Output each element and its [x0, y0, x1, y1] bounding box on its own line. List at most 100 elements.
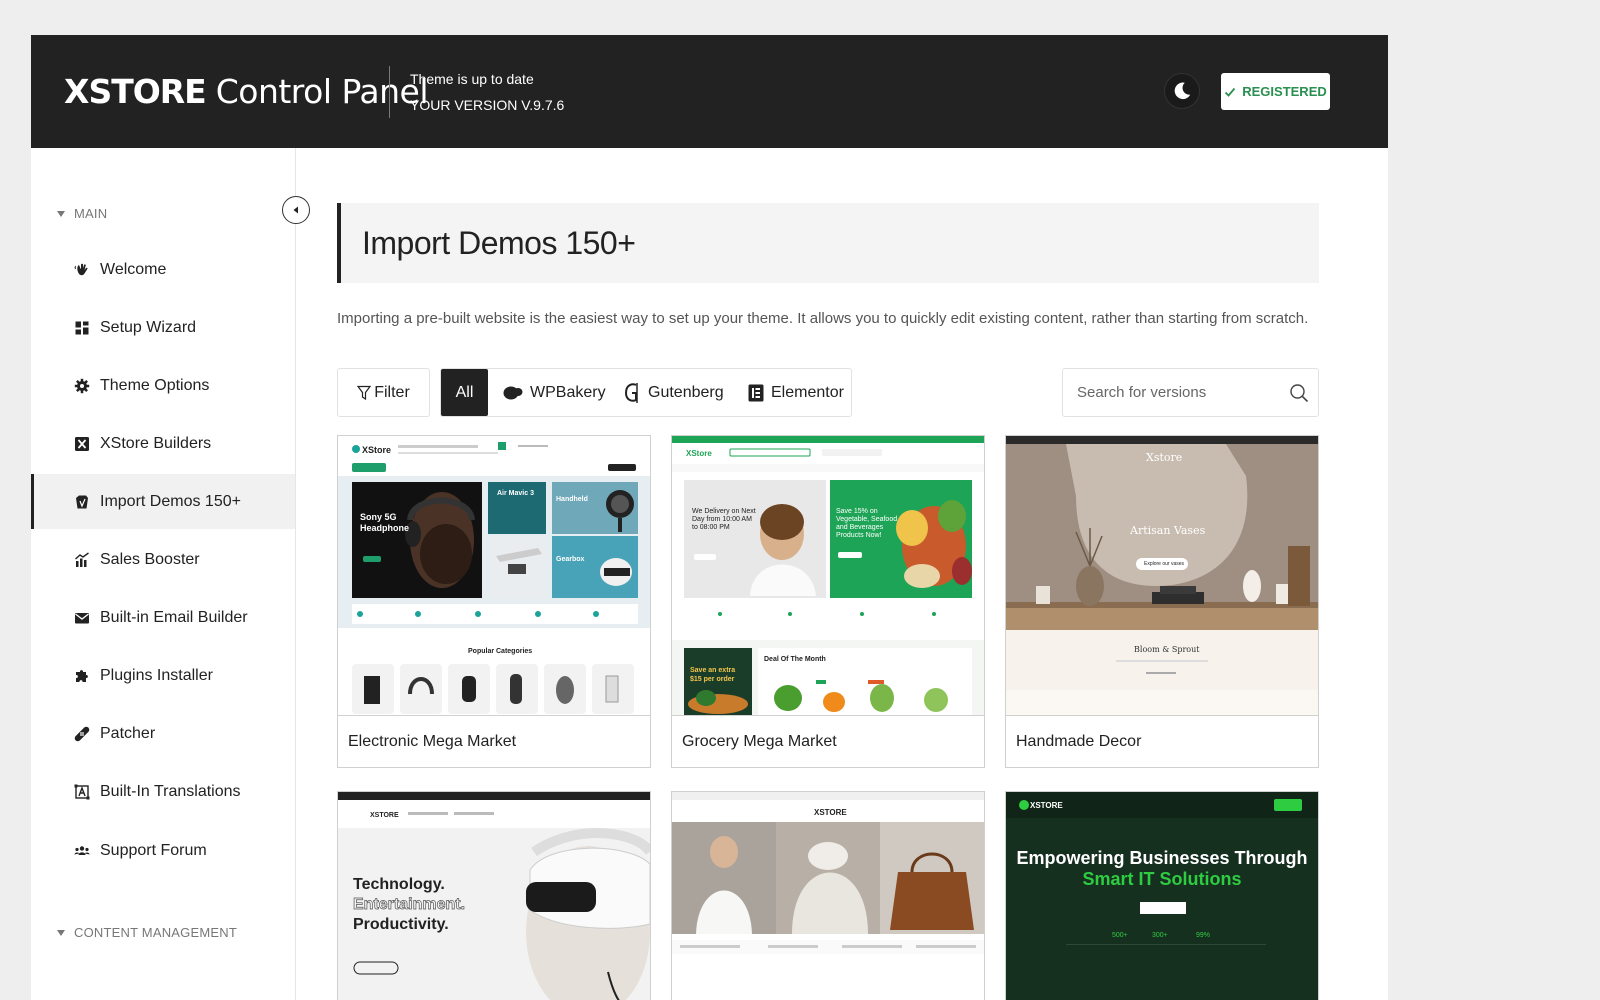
preview-promo-text: Gearbox — [556, 556, 585, 563]
gutenberg-icon — [624, 382, 638, 403]
demo-preview-fashion: XSTORE — [672, 792, 984, 1000]
preview-stat: 99% — [1196, 932, 1211, 939]
electronic-preview-image — [338, 436, 650, 715]
preview-hero-text: We Delivery on Next Day from 10:00 AM to… — [692, 508, 756, 531]
control-panel: XSTORE Control Panel Theme is up to date… — [31, 35, 1388, 1000]
sidebar-item-translations[interactable]: Built-In Translations — [31, 764, 295, 819]
tab-gutenberg[interactable]: Gutenberg — [623, 369, 724, 416]
gear-icon — [74, 378, 90, 393]
fashion-preview-image — [672, 792, 984, 1000]
preview-logo: Xstore — [1146, 451, 1183, 464]
elementor-icon — [748, 384, 764, 401]
x-box-icon — [75, 436, 89, 451]
preview-logo: XSTORE — [370, 812, 399, 819]
preview-cta: Explore our vases — [1144, 561, 1185, 567]
preview-promo-text: Air Mavic 3 — [497, 490, 534, 497]
sidebar-item-plugins-installer[interactable]: Plugins Installer — [31, 648, 295, 703]
caret-down-icon — [57, 929, 65, 936]
tab-elementor[interactable]: Elementor — [748, 369, 844, 416]
sidebar-item-setup-wizard[interactable]: Setup Wizard — [31, 300, 295, 355]
page-title: Import Demos 150+ — [362, 225, 636, 261]
sidebar: MAIN Welcome Setup Wizard Theme Options … — [31, 148, 296, 1000]
sidebar-section-main[interactable]: MAIN — [57, 206, 107, 221]
preview-promo-text: Save 15% on Vegetable, Seafood and Bever… — [836, 508, 898, 539]
sidebar-item-email-builder[interactable]: Built-in Email Builder — [31, 590, 295, 645]
caret-left-icon — [293, 206, 298, 214]
handmade-preview-image — [1006, 436, 1318, 715]
version-label: YOUR VERSION V.9.7.6 — [410, 97, 565, 113]
preview-logo: XStore — [362, 445, 392, 455]
demo-preview-it-solutions: XSTORE Empowering Businesses Through Sma… — [1006, 792, 1318, 1000]
demo-card-fashion[interactable]: XSTORE — [671, 791, 985, 1000]
demo-card-technology[interactable]: XSTORE Technology. Entertainment. Produc… — [337, 791, 651, 1000]
update-status: Theme is up to date — [410, 71, 534, 87]
demo-card-grocery[interactable]: XStore We Delivery on Next Day from 10:0… — [671, 435, 985, 768]
preview-hero-line: Empowering Businesses Through — [1016, 848, 1308, 868]
preview-section-title: Deal Of The Month — [764, 656, 826, 663]
sidebar-item-support-forum[interactable]: Support Forum — [31, 823, 295, 878]
tab-wpbakery[interactable]: WPBakery — [503, 369, 606, 416]
puzzle-icon — [76, 669, 88, 682]
sidebar-item-welcome[interactable]: Welcome — [31, 242, 295, 297]
demo-card-handmade[interactable]: Xstore Artisan Vases Explore our vases B… — [1005, 435, 1319, 768]
preview-logo: XSTORE — [1030, 801, 1063, 810]
check-icon — [1225, 87, 1236, 97]
sidebar-section-content[interactable]: CONTENT MANAGEMENT — [57, 925, 237, 940]
demo-preview-electronic: XStore Sony 5G Headphone Air Mavic 3 Han… — [338, 436, 650, 715]
builder-filter-tabs: All WPBakery Gutenberg Elementor — [440, 368, 852, 417]
preview-hero-line: Productivity. — [353, 916, 449, 933]
preview-deal-tag: Save an extra $15 per order — [690, 667, 736, 683]
dark-mode-toggle[interactable] — [1164, 73, 1200, 109]
caret-down-icon — [57, 210, 65, 217]
import-icon — [76, 495, 88, 508]
hand-wave-icon — [74, 263, 88, 275]
preview-hero-text: Sony 5G Headphone — [360, 512, 410, 533]
search-icon[interactable] — [1289, 383, 1309, 403]
demo-card-title: Electronic Mega Market — [338, 715, 650, 767]
tab-all[interactable]: All — [441, 369, 488, 416]
header-divider — [389, 66, 390, 118]
app-logo[interactable]: XSTORE Control Panel — [64, 72, 429, 112]
preview-promo-text: Handheld — [556, 496, 588, 503]
sidebar-collapse-button[interactable] — [282, 196, 310, 224]
users-icon — [74, 845, 90, 855]
demo-card-title: Handmade Decor — [1006, 715, 1318, 767]
demo-preview-grocery: XStore We Delivery on Next Day from 10:0… — [672, 436, 984, 715]
sidebar-item-patcher[interactable]: Patcher — [31, 706, 295, 761]
moon-icon — [1174, 82, 1191, 100]
preview-logo: XStore — [686, 449, 712, 458]
preview-hero-text: Artisan Vases — [1130, 524, 1206, 537]
demo-card-electronic[interactable]: XStore Sony 5G Headphone Air Mavic 3 Han… — [337, 435, 651, 768]
page-description: Importing a pre-built website is the eas… — [337, 310, 1309, 327]
funnel-icon — [357, 385, 372, 400]
sidebar-item-import-demos[interactable]: Import Demos 150+ — [31, 474, 295, 529]
search-box — [1062, 368, 1319, 417]
bandage-icon — [74, 726, 90, 741]
chart-icon — [75, 551, 89, 567]
preview-hero-line: Technology. — [353, 876, 445, 893]
demo-card-title: Grocery Mega Market — [672, 715, 984, 767]
translate-icon — [74, 784, 90, 799]
preview-subtitle: Bloom & Sprout — [1134, 645, 1200, 654]
demo-card-it-solutions[interactable]: XSTORE Empowering Businesses Through Sma… — [1005, 791, 1319, 1000]
grid-icon — [75, 321, 89, 334]
search-input[interactable] — [1077, 369, 1277, 416]
wpbakery-icon — [503, 386, 523, 399]
demo-preview-technology: XSTORE Technology. Entertainment. Produc… — [338, 792, 650, 1000]
sidebar-item-xstore-builders[interactable]: XStore Builders — [31, 416, 295, 471]
sidebar-item-theme-options[interactable]: Theme Options — [31, 358, 295, 413]
preview-section-title: Popular Categories — [468, 648, 533, 655]
registered-button[interactable]: REGISTERED — [1221, 73, 1330, 110]
preview-stat: 500+ — [1112, 932, 1128, 939]
demo-preview-handmade: Xstore Artisan Vases Explore our vases B… — [1006, 436, 1318, 715]
page-title-box: Import Demos 150+ — [337, 203, 1319, 283]
preview-stat: 300+ — [1152, 932, 1168, 939]
envelope-icon — [75, 612, 89, 623]
filter-button[interactable]: Filter — [337, 368, 430, 417]
sidebar-item-sales-booster[interactable]: Sales Booster — [31, 532, 295, 587]
header-bar: XSTORE Control Panel Theme is up to date… — [31, 35, 1388, 148]
preview-logo: XSTORE — [814, 808, 847, 817]
preview-hero-line: Smart IT Solutions — [1082, 869, 1242, 889]
it-preview-image — [1006, 792, 1318, 1000]
preview-hero-line: Entertainment. — [353, 896, 466, 914]
